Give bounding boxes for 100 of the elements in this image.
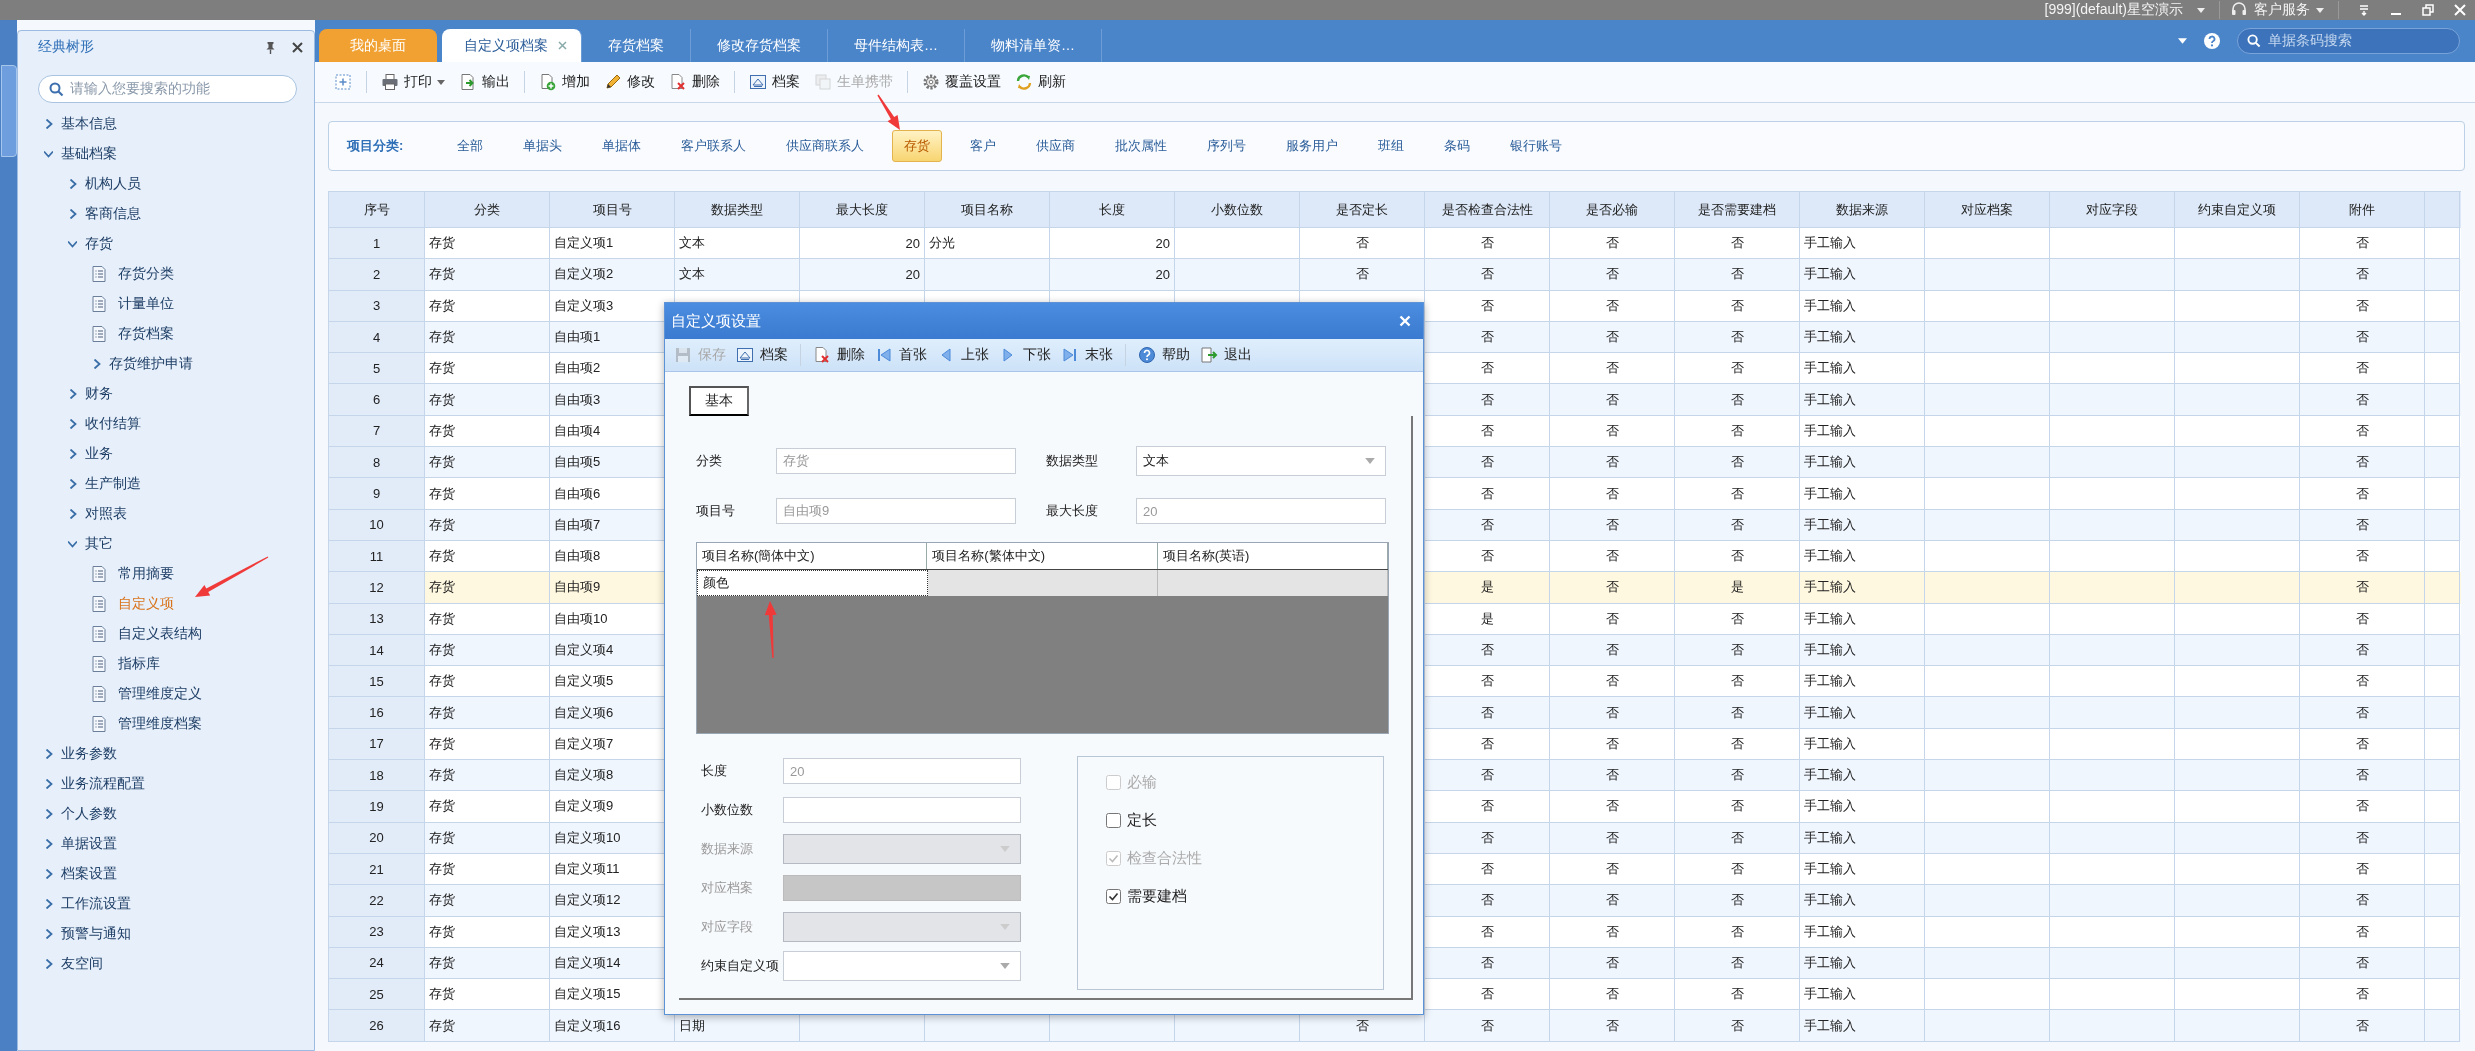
table-cell: 否 (1550, 603, 1675, 635)
table-cell: 存货 (425, 822, 550, 854)
table-cell: 否 (1425, 822, 1550, 854)
table-cell: 18 (329, 760, 425, 792)
table-cell: 否 (1550, 572, 1675, 604)
field-label: 数据来源 (701, 840, 754, 858)
table-cell: 手工输入 (1800, 509, 1925, 541)
table-cell: 否 (1550, 290, 1675, 322)
table-cell: 否 (1675, 791, 1800, 823)
table-cell: 否 (1425, 885, 1550, 917)
table-cell: 否 (2300, 885, 2425, 917)
table-cell: 是 (1425, 572, 1550, 604)
table-cell: 否 (1425, 259, 1550, 291)
table-cell: 7 (329, 415, 425, 448)
table-cell: 否 (1425, 697, 1550, 729)
table-cell: 23 (329, 916, 425, 948)
table-cell: 否 (1675, 603, 1800, 635)
table-cell: 3 (329, 290, 425, 322)
table-cell: 否 (1675, 885, 1800, 917)
table-cell: 22 (329, 885, 425, 917)
field-label: 约束自定义项 (701, 957, 779, 975)
table-cell: 否 (1425, 791, 1550, 823)
field-label: 分类 (696, 452, 723, 470)
table-cell: 12 (329, 572, 425, 604)
table-cell: 否 (2300, 290, 2425, 322)
table-cell: 否 (1550, 791, 1675, 823)
table-cell: 19 (329, 791, 425, 823)
field-label: 项目号 (696, 502, 736, 520)
table-cell: 手工输入 (1800, 572, 1925, 604)
column-header: 项目名称(簡体中文) (697, 543, 928, 569)
table-cell: 否 (1425, 478, 1550, 510)
table-cell: 15 (329, 666, 425, 698)
table-cell: 11 (329, 540, 425, 573)
table-cell: 2 (329, 259, 425, 291)
table-cell: 存货 (425, 478, 550, 510)
field-label: 小数位数 (701, 801, 754, 819)
table-cell: 否 (2300, 1010, 2425, 1042)
table-cell: 否 (1550, 384, 1675, 416)
table-cell: 13 (329, 603, 425, 635)
table-cell: 否 (1550, 259, 1675, 291)
table-cell: 否 (1550, 509, 1675, 541)
table-cell: 文本 (675, 259, 800, 291)
table-cell: 手工输入 (1800, 697, 1925, 729)
table-cell: 1 (329, 228, 425, 260)
table-cell: 手工输入 (1800, 290, 1925, 322)
table-cell: 手工输入 (1800, 478, 1925, 510)
table-cell: 14 (329, 634, 425, 667)
table-cell: 9 (329, 478, 425, 510)
table-cell: 17 (329, 728, 425, 761)
table-cell: 手工输入 (1800, 384, 1925, 416)
table-cell: 否 (1550, 478, 1675, 510)
table-cell: 否 (2300, 259, 2425, 291)
table-cell: 否 (1675, 916, 1800, 948)
table-cell: 否 (1425, 384, 1550, 416)
table-cell: 否 (2300, 478, 2425, 510)
field-label: 数据类型 (1046, 452, 1099, 470)
table-cell: 否 (2300, 384, 2425, 416)
table-cell: 否 (1675, 259, 1800, 291)
table-cell: 存货 (425, 572, 550, 604)
table-cell: 否 (1550, 822, 1675, 854)
table-cell: 10 (329, 509, 425, 541)
table-cell: 否 (1425, 916, 1550, 948)
table-cell: 20 (1050, 259, 1175, 291)
column-header: 项目名称(英语) (1157, 543, 1388, 569)
table-cell: 否 (1675, 478, 1800, 510)
table-cell: 否 (1550, 1010, 1675, 1042)
table-cell: 手工输入 (1800, 916, 1925, 948)
table-cell: 8 (329, 447, 425, 479)
table-cell: 否 (1425, 1010, 1550, 1042)
column-header: 项目名称(繁体中文) (927, 543, 1158, 569)
table-cell: 否 (2300, 572, 2425, 604)
table-cell: 20 (800, 259, 925, 291)
table-cell: 25 (329, 979, 425, 1011)
table-cell: 存货 (425, 384, 550, 416)
table-cell: 6 (329, 384, 425, 416)
table-cell: 是 (1425, 603, 1550, 635)
field-label: 最大长度 (1046, 502, 1099, 520)
table-cell: 否 (2300, 916, 2425, 948)
table-cell: 存货 (425, 259, 550, 291)
table-cell: 否 (1550, 885, 1675, 917)
table-cell: 否 (1675, 697, 1800, 729)
table-cell: 否 (2300, 791, 2425, 823)
table-cell: 存货 (425, 791, 550, 823)
table-cell: 否 (1300, 259, 1425, 291)
table-cell: 是 (1675, 572, 1800, 604)
table-cell: 否 (1675, 1010, 1800, 1042)
table-cell: 存货 (425, 697, 550, 729)
table-cell: 手工输入 (1800, 822, 1925, 854)
table-cell: 否 (1425, 290, 1550, 322)
table-cell: 否 (1675, 509, 1800, 541)
field-label: 对应档案 (701, 879, 754, 897)
table-cell: 否 (2300, 509, 2425, 541)
table-cell: 否 (1675, 384, 1800, 416)
table-cell: 否 (1675, 822, 1800, 854)
table-cell: 手工输入 (1800, 259, 1925, 291)
table-cell: 手工输入 (1800, 885, 1925, 917)
table-cell: 否 (2300, 697, 2425, 729)
table-cell: 手工输入 (1800, 603, 1925, 635)
table-cell: 4 (329, 321, 425, 354)
table-cell: 5 (329, 353, 425, 385)
